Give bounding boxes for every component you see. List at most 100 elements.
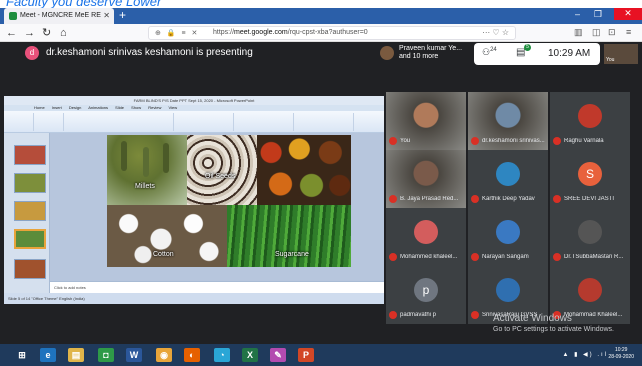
- excel-icon[interactable]: X: [242, 348, 258, 362]
- site-info-icon[interactable]: ⊕ 🔒 ≡ ✕: [155, 29, 199, 37]
- browser-tabbar: Meet - MGNCRE MeE RE ✕ + – ❐ ✕: [0, 6, 642, 24]
- ppt-slide-area: Millets Oil Seeds Cotton Sugarcane: [50, 133, 384, 281]
- start-icon[interactable]: ⊞: [14, 348, 30, 362]
- presenter-avatar: d: [25, 46, 39, 60]
- url-domain: meet.google.com: [234, 29, 288, 36]
- taskbar-clock[interactable]: 10:29 28-09-2020: [608, 347, 634, 361]
- url-prefix: https://: [213, 29, 235, 36]
- participant-tile[interactable]: Mohammed khaleel...: [386, 208, 466, 266]
- overlay-caption: Faculty you deserve Lower: [0, 0, 642, 8]
- maximize-button[interactable]: ❐: [594, 9, 602, 20]
- powerpoint-icon[interactable]: P: [298, 348, 314, 362]
- ppt-slide-thumbnails: [4, 133, 50, 293]
- firefox-icon[interactable]: ◐: [184, 348, 200, 362]
- cotton-label: Cotton: [153, 251, 174, 258]
- participant-avatar: [496, 162, 520, 186]
- millets-image: Millets: [107, 135, 187, 205]
- mic-muted-icon: [389, 195, 397, 203]
- self-preview[interactable]: You: [604, 44, 638, 64]
- clock-time: 10:29: [614, 347, 628, 353]
- slide-thumbnail[interactable]: [14, 173, 46, 193]
- participant-avatar: [578, 220, 602, 244]
- browser-tab[interactable]: Meet - MGNCRE MeE RE ✕: [4, 8, 114, 24]
- windows-taskbar: ⊞ e ▤ ◘ W ◉ ◐ ◔ X ✎ P ▲ ▮ ◀) .ıl 10:29 28-09-2020: [0, 344, 642, 366]
- participant-name: You: [400, 138, 411, 144]
- participant-name: Raghu Varnala: [564, 138, 604, 144]
- chat-badge: 5: [524, 44, 531, 51]
- slide-thumbnail[interactable]: [14, 201, 46, 221]
- home-icon[interactable]: ⌂: [60, 26, 67, 40]
- close-window-button[interactable]: ✕: [614, 6, 642, 20]
- edge-icon[interactable]: ◔: [214, 348, 230, 362]
- participant-avatar: p: [414, 278, 438, 302]
- participant-tile[interactable]: Dr.TSubbaMastan R...: [550, 208, 630, 266]
- people-icon[interactable]: ⚇24: [482, 47, 497, 58]
- spices-image: [257, 135, 351, 205]
- slide-thumbnail-selected[interactable]: [14, 229, 46, 249]
- sidebar-icon[interactable]: ◫: [592, 27, 601, 38]
- ribbon-group-editing: [294, 113, 354, 131]
- participants-pill-text: Praveen kumar Ye... and 10 more: [399, 45, 463, 60]
- mic-muted-icon: [553, 195, 561, 203]
- participant-avatar: [414, 220, 438, 244]
- participant-avatar: [578, 278, 602, 302]
- activate-windows-subtitle: Go to PC settings to activate Windows.: [493, 326, 614, 333]
- mic-muted-icon: [389, 137, 397, 145]
- tab-title: Meet - MGNCRE MeE RE: [20, 12, 101, 19]
- oilseeds-label: Oil Seeds: [205, 173, 236, 180]
- participant-name: padmavathi p: [400, 312, 437, 318]
- slide-thumbnail[interactable]: [14, 259, 46, 279]
- ppt-notes[interactable]: Click to add notes: [50, 281, 384, 293]
- participant-name: Narayan Sangam: [482, 254, 529, 260]
- mic-muted-icon: [471, 253, 479, 261]
- green-app-icon[interactable]: ◘: [98, 348, 114, 362]
- extensions-icon[interactable]: ⊡: [608, 27, 616, 38]
- participant-name: dr.keshamoni srinivas...: [482, 138, 545, 144]
- participant-tile[interactable]: Narayan Sangam: [468, 208, 548, 266]
- avatar: [380, 46, 394, 60]
- participant-tile[interactable]: dr.keshamoni srinivas...: [468, 92, 548, 150]
- slide-thumbnail[interactable]: [14, 145, 46, 165]
- participant-tile[interactable]: Karthik Deep Yadav: [468, 150, 548, 208]
- participant-name: SREE DEVI JASTI: [564, 196, 615, 202]
- ribbon-group-paragraph: [174, 113, 234, 131]
- participant-tile[interactable]: You: [386, 92, 466, 150]
- tab-close-icon[interactable]: ✕: [103, 11, 110, 20]
- meet-favicon-icon: [9, 12, 17, 20]
- participant-tile[interactable]: Raghu Varnala: [550, 92, 630, 150]
- participant-tile[interactable]: B. Jaya Prasad Red...: [386, 150, 466, 208]
- ribbon-group-font: [64, 113, 174, 131]
- self-label: You: [606, 57, 615, 63]
- url-bar[interactable]: ⊕ 🔒 ≡ ✕ https://meet.google.com/rqu-cpst…: [148, 26, 516, 40]
- minimize-button[interactable]: –: [575, 9, 580, 19]
- mic-muted-icon: [389, 311, 397, 319]
- people-count: 24: [490, 47, 497, 53]
- presenting-label: dr.keshamoni srinivas keshamoni is prese…: [46, 47, 253, 58]
- explorer-icon[interactable]: ▤: [68, 348, 84, 362]
- sugarcane-label: Sugarcane: [275, 251, 309, 258]
- chrome-icon[interactable]: ◉: [156, 348, 172, 362]
- millets-label: Millets: [135, 183, 155, 190]
- paint-icon[interactable]: ✎: [270, 348, 286, 362]
- participants-pill[interactable]: Praveen kumar Ye... and 10 more: [380, 43, 468, 65]
- library-icon[interactable]: ▥: [574, 27, 583, 38]
- reload-icon[interactable]: ↻: [42, 26, 51, 40]
- presentation-stage: FARM BLIND'S P/S Date PPT Sept 15, 2020 …: [4, 96, 384, 304]
- clock-date: 28-09-2020: [608, 354, 634, 360]
- forward-icon[interactable]: →: [24, 26, 35, 40]
- system-tray[interactable]: ▲ ▮ ◀) .ıl: [562, 351, 608, 358]
- participant-avatar: S: [578, 162, 602, 186]
- mic-muted-icon: [471, 311, 479, 319]
- back-icon[interactable]: ←: [6, 26, 17, 40]
- ie-icon[interactable]: e: [40, 348, 56, 362]
- screen: Faculty you deserve Lower Meet - MGNCRE …: [0, 0, 642, 366]
- participant-tile[interactable]: S SREE DEVI JASTI: [550, 150, 630, 208]
- url-actions[interactable]: ··· ♡ ☆: [482, 28, 509, 37]
- word-icon[interactable]: W: [126, 348, 142, 362]
- ppt-titlebar: FARM BLIND'S P/S Date PPT Sept 15, 2020 …: [4, 96, 384, 105]
- menu-icon[interactable]: ≡: [626, 27, 631, 37]
- participant-avatar: [578, 104, 602, 128]
- participant-tile[interactable]: p padmavathi p: [386, 266, 466, 324]
- participant-name: Mohammed khaleel...: [400, 254, 458, 260]
- new-tab-button[interactable]: +: [119, 9, 126, 21]
